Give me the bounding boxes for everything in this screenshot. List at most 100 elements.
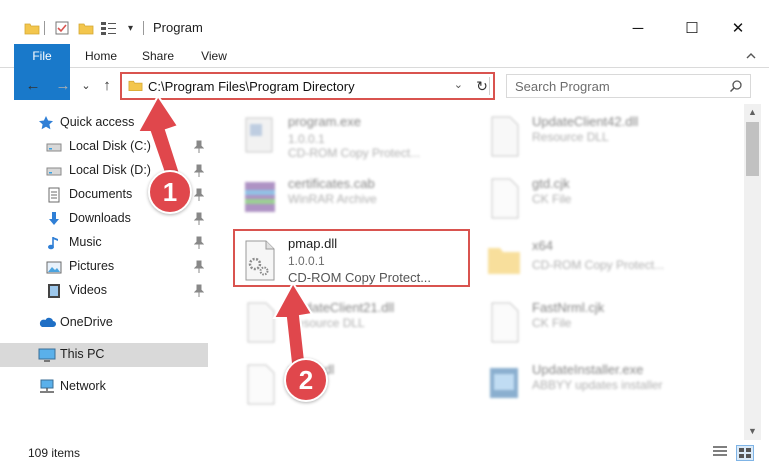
pin-icon[interactable] (193, 284, 205, 298)
file-name: certificates.cab (288, 176, 375, 191)
details-view-icon[interactable] (712, 445, 730, 461)
item-count: 109 items (28, 446, 81, 460)
sidebar-item-quick-access[interactable]: Quick access (0, 111, 208, 135)
tab-home[interactable]: Home (76, 44, 126, 68)
scroll-up-icon[interactable]: ▲ (744, 104, 761, 121)
file-description: CK File (532, 192, 572, 206)
star-icon (38, 115, 54, 131)
list-item[interactable]: gtd.cjk CK File (478, 170, 718, 226)
step-badge-2: 2 (284, 358, 328, 402)
vertical-scrollbar[interactable]: ▲ ▼ (744, 104, 761, 440)
list-item[interactable]: program.exe 1.0.0.1 CD-ROM Copy Protect.… (234, 108, 474, 164)
file-name: gtd.cjk (532, 176, 570, 191)
cloud-icon (38, 315, 56, 331)
file-name: UpdateInstaller.exe (532, 362, 644, 377)
sidebar-item-label: Pictures (69, 259, 115, 273)
folder-icon (484, 238, 524, 282)
customize-view-icon[interactable] (100, 17, 118, 39)
documents-icon (46, 187, 62, 203)
sidebar-item-pictures[interactable]: Pictures (0, 255, 208, 279)
new-folder-icon[interactable] (78, 17, 94, 39)
pictures-icon (46, 259, 62, 275)
refresh-button[interactable]: ↻ (473, 77, 491, 95)
file-description: Resource DLL (532, 130, 609, 144)
file-name: x64 (532, 238, 553, 253)
navigation-pane: Quick access Local Disk (C:) Local Disk … (0, 104, 212, 440)
search-input[interactable] (515, 78, 715, 94)
pin-icon[interactable] (193, 164, 205, 178)
sidebar-item-music[interactable]: Music (0, 231, 208, 255)
navigation-bar: ← → ⌄ ↑ C:\Program Files\Program Directo… (0, 70, 769, 102)
minimize-button[interactable]: ─ (615, 14, 661, 42)
list-item[interactable]: UpdateInstaller.exe ABBYY updates instal… (478, 356, 718, 412)
window-title: Program (153, 20, 203, 35)
sidebar-item-onedrive[interactable]: OneDrive (0, 311, 208, 335)
pin-icon[interactable] (193, 212, 205, 226)
dll-icon (240, 300, 280, 344)
pin-icon[interactable] (193, 236, 205, 250)
separator (143, 21, 144, 35)
qa-dropdown-icon[interactable]: ▾ (128, 17, 133, 39)
list-item[interactable]: certificates.cab WinRAR Archive (234, 170, 474, 226)
file-name: UpdateClient21.dll (288, 300, 395, 315)
sidebar-item-label: Quick access (60, 115, 135, 129)
archive-icon (240, 176, 280, 220)
ribbon: File Home Share View (0, 44, 769, 100)
address-field[interactable]: C:\Program Files\Program Directory ⌄ (126, 77, 490, 95)
back-button[interactable]: ← (22, 74, 44, 98)
step-badge-1: 1 (148, 170, 192, 214)
tab-share[interactable]: Share (134, 44, 182, 68)
pin-icon[interactable] (193, 260, 205, 274)
forward-button[interactable]: → (52, 74, 74, 98)
scroll-down-icon[interactable]: ▼ (744, 423, 761, 440)
maximize-button[interactable]: ☐ (669, 14, 715, 42)
file-description: CD-ROM Copy Protect... (532, 258, 665, 272)
file-name: FastNrml.cjk (532, 300, 605, 315)
list-item[interactable]: UpdateClient42.dll Resource DLL (478, 108, 718, 164)
network-icon (38, 379, 54, 395)
file-description: WinRAR Archive (288, 192, 377, 206)
videos-icon (46, 283, 62, 299)
search-icon[interactable] (729, 79, 743, 93)
file-description: CD-ROM Copy Protect... (288, 146, 421, 160)
pin-icon[interactable] (193, 188, 205, 202)
list-item[interactable]: x64 CD-ROM Copy Protect... (478, 232, 718, 288)
list-item[interactable]: FastNrml.cjk CK File (478, 294, 718, 350)
title-bar: ▾ Program ─ ☐ ✕ (0, 0, 769, 44)
large-icons-view-icon[interactable] (736, 445, 754, 461)
file-description: ABBYY updates installer (532, 378, 663, 392)
file-description: Resource DLL (288, 316, 365, 330)
status-bar: 109 items (0, 440, 769, 474)
address-text: C:\Program Files\Program Directory (148, 79, 355, 94)
scroll-thumb[interactable] (746, 122, 759, 176)
sidebar-item-network[interactable]: Network (0, 375, 208, 399)
sidebar-item-local-disk-c[interactable]: Local Disk (C:) (0, 135, 208, 159)
sidebar-item-label: Documents (69, 187, 133, 201)
recent-locations-button[interactable]: ⌄ (78, 74, 94, 98)
pin-icon[interactable] (193, 140, 205, 154)
file-icon (240, 362, 280, 406)
close-button[interactable]: ✕ (715, 14, 761, 42)
highlight-box (233, 229, 470, 287)
file-name: UpdateClient42.dll (532, 114, 639, 129)
installer-icon (484, 362, 524, 406)
up-button[interactable]: ↑ (96, 74, 118, 98)
sidebar-item-this-pc[interactable]: This PC (0, 343, 208, 367)
tab-view[interactable]: View (192, 44, 236, 68)
search-box[interactable] (506, 74, 751, 98)
list-item[interactable]: pmap.dl (234, 356, 474, 412)
chevron-down-icon[interactable]: ⌄ (454, 78, 463, 91)
file-icon (484, 300, 524, 344)
address-bar[interactable]: C:\Program Files\Program Directory ⌄ ↻ (120, 72, 495, 100)
sidebar-item-label: This PC (60, 347, 105, 361)
expand-ribbon-icon[interactable] (745, 50, 757, 62)
sidebar-item-label: Music (69, 235, 102, 249)
download-icon (46, 211, 62, 227)
sidebar-item-videos[interactable]: Videos (0, 279, 208, 303)
folder-icon (128, 78, 143, 95)
drive-icon (46, 163, 62, 179)
sidebar-item-label: Network (60, 379, 106, 393)
properties-icon[interactable] (54, 17, 70, 39)
list-item[interactable]: UpdateClient21.dll Resource DLL (234, 294, 474, 350)
file-icon (484, 176, 524, 220)
